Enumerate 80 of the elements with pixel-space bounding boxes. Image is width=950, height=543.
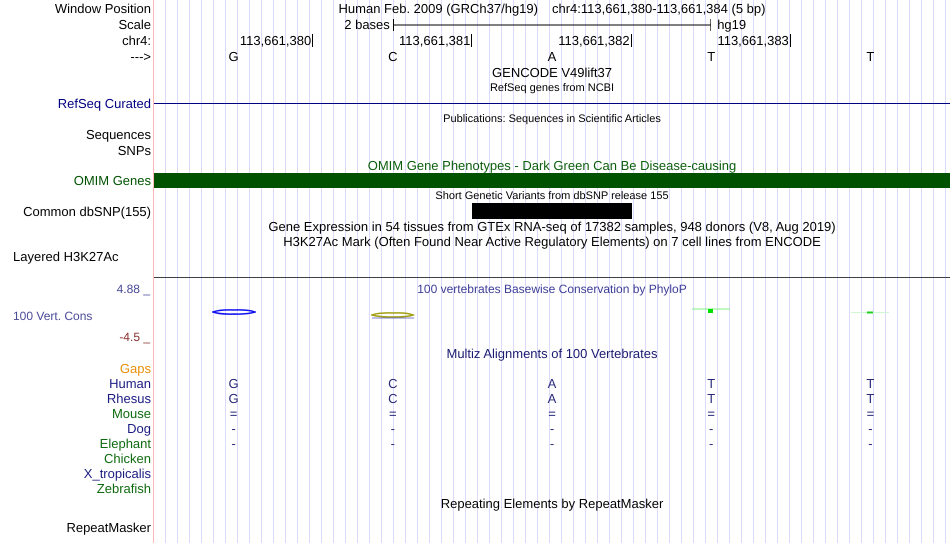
score-blip-icon xyxy=(370,312,415,319)
aligned-base: - xyxy=(550,437,554,450)
track-label[interactable]: Window Position xyxy=(54,0,151,16)
aligned-base: G xyxy=(228,377,239,390)
aligned-base: - xyxy=(390,437,395,450)
gene-bar[interactable] xyxy=(154,173,950,188)
track-label[interactable]: chr4: xyxy=(122,33,151,48)
assembly-title: Human Feb. 2009 (GRCh37/hg19) xyxy=(338,0,538,16)
aligned-base: - xyxy=(231,437,236,450)
aligned-base: - xyxy=(550,422,554,435)
aligned-base: C xyxy=(388,377,398,390)
aligned-base: = xyxy=(866,407,874,420)
track-title: 100 vertebrates Basewise Conservation by PhyloP xyxy=(417,282,687,296)
aligned-base: = xyxy=(707,407,715,420)
position-title: chr4:113,661,380-113,661,384 (5 bp) xyxy=(552,0,766,16)
aligned-base: - xyxy=(709,422,714,435)
aligned-base: - xyxy=(868,422,873,435)
aligned-base: - xyxy=(390,422,395,435)
track-label[interactable]: Chicken xyxy=(104,451,151,466)
axis-min-label: -4.5 _ xyxy=(119,330,150,344)
track-label[interactable]: Sequences xyxy=(86,126,151,142)
track-label[interactable]: RepeatMasker xyxy=(66,520,151,534)
track-label[interactable]: X_tropicalis xyxy=(84,466,151,481)
aligned-base: G xyxy=(228,392,239,405)
track-label[interactable]: Layered H3K27Ac xyxy=(13,249,119,264)
track-label[interactable]: Rhesus xyxy=(106,391,151,406)
variant-bar[interactable] xyxy=(472,203,632,219)
aligned-base: A xyxy=(548,392,556,405)
base-letter: C xyxy=(388,50,398,63)
tick-mark xyxy=(790,34,791,47)
base-letter: A xyxy=(548,50,556,63)
track-label[interactable]: Dog xyxy=(127,421,151,436)
track-label[interactable]: 100 Vert. Cons xyxy=(13,309,150,323)
base-letter: T xyxy=(866,50,874,63)
track-label[interactable]: Elephant xyxy=(100,436,151,451)
track-label[interactable]: Zebrafish xyxy=(96,481,151,496)
track-subtitle: Short Genetic Variants from dbSNP release 155 xyxy=(435,190,669,202)
assembly-text: hg19 xyxy=(717,17,746,32)
position-label: 113,661,383 xyxy=(717,33,789,48)
tick-mark xyxy=(630,34,632,47)
track-label[interactable]: SNPs xyxy=(118,142,151,158)
track-title: H3K27Ac Mark (Often Found Near Active Regulatory Elements) on 7 cell lines from ENCODE xyxy=(283,234,821,249)
track-title: Repeating Elements by RepeatMasker xyxy=(440,496,664,511)
aligned-base: - xyxy=(709,437,714,450)
track-label[interactable]: Human xyxy=(109,376,151,391)
aligned-base: T xyxy=(707,392,716,405)
aligned-base: T xyxy=(866,392,874,405)
track-subtitle: Publications: Sequences in Scientific Articles xyxy=(443,112,661,124)
track-label[interactable]: Scale xyxy=(118,17,151,32)
track-label[interactable]: Mouse xyxy=(112,406,151,421)
score-blip-icon xyxy=(851,311,890,314)
scale-text: 2 bases xyxy=(344,17,390,32)
track-title: Gene Expression in 54 tissues from GTEx RNA-seq of 17382 samples, 948 donors (V8, Aug 2019) xyxy=(268,219,836,234)
aligned-base: T xyxy=(866,377,874,390)
track-label[interactable]: ---> xyxy=(130,49,151,64)
tick-mark xyxy=(312,34,314,47)
track-label[interactable]: Common dbSNP(155) xyxy=(23,204,151,218)
aligned-base: T xyxy=(707,377,716,390)
position-label: 113,661,381 xyxy=(399,33,470,48)
score-blip-icon xyxy=(692,308,730,313)
aligned-base: - xyxy=(231,422,236,435)
axis-max-label: 4.88 _ xyxy=(116,282,150,296)
position-label: 113,661,380 xyxy=(240,33,312,48)
base-letter: T xyxy=(707,50,716,63)
track-label[interactable]: RefSeq Curated xyxy=(58,96,151,110)
aligned-base: C xyxy=(388,392,398,405)
aligned-base: A xyxy=(548,377,556,390)
aligned-base: = xyxy=(388,407,397,420)
aligned-base: - xyxy=(868,437,873,450)
tick-mark xyxy=(471,34,472,47)
track-title: Multiz Alignments of 100 Vertebrates xyxy=(446,346,658,361)
track-title: OMIM Gene Phenotypes - Dark Green Can Be Disease-causing xyxy=(368,158,736,173)
track-subtitle: RefSeq genes from NCBI xyxy=(490,82,614,94)
score-blip-icon xyxy=(212,309,256,315)
position-label: 113,661,382 xyxy=(558,33,630,48)
track-title: GENCODE V49lift37 xyxy=(492,65,612,80)
track-label[interactable]: OMIM Genes xyxy=(74,173,151,188)
aligned-base: = xyxy=(230,407,238,420)
aligned-base: = xyxy=(548,407,556,420)
base-letter: G xyxy=(228,50,239,63)
